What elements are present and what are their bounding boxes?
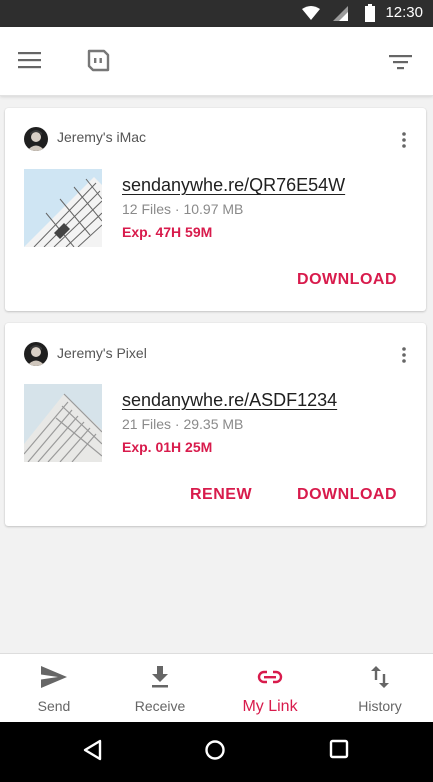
app-bar xyxy=(0,27,433,96)
share-link[interactable]: sendanywhe.re/QR76E54W xyxy=(122,175,345,196)
thumbnail-image xyxy=(24,169,102,247)
nav-item-send[interactable]: Send xyxy=(0,654,108,723)
download-icon xyxy=(152,666,168,688)
link-card: Jeremy's Pixel sendanywhe.re/ASDF1234 21… xyxy=(5,323,426,526)
cell-signal-icon xyxy=(333,6,348,21)
nav-item-history[interactable]: History xyxy=(326,654,433,723)
history-icon xyxy=(371,666,389,688)
device-name: Jeremy's Pixel xyxy=(57,345,147,361)
device-name: Jeremy's iMac xyxy=(57,129,147,145)
download-button[interactable]: DOWNLOAD xyxy=(297,271,397,289)
share-link[interactable]: sendanywhe.re/ASDF1234 xyxy=(122,390,337,411)
menu-icon[interactable] xyxy=(18,52,41,69)
status-bar: 12:30 xyxy=(0,0,433,27)
nav-label: Receive xyxy=(134,698,186,714)
bottom-navigation: Send Receive My Link History xyxy=(0,653,433,722)
link-card: Jeremy's iMac sendanywhe.re/QR76E54W 12 … xyxy=(5,108,426,311)
back-icon[interactable] xyxy=(82,739,102,761)
filter-icon[interactable] xyxy=(389,55,412,70)
thumbnail-image xyxy=(24,384,102,462)
battery-icon xyxy=(365,4,375,22)
nav-label: My Link xyxy=(242,698,298,715)
wifi-icon xyxy=(302,6,320,20)
expiry-label: Exp. 47H 59M xyxy=(122,224,213,240)
recents-icon[interactable] xyxy=(329,739,349,759)
download-button[interactable]: DOWNLOAD xyxy=(297,486,397,504)
more-options-icon[interactable] xyxy=(400,346,408,364)
clock: 12:30 xyxy=(385,4,423,21)
file-info: 12 Files · 10.97 MB xyxy=(122,201,244,217)
system-navigation-bar xyxy=(0,722,433,782)
home-icon[interactable] xyxy=(204,739,226,761)
link-icon xyxy=(257,670,283,684)
app-logo-icon[interactable] xyxy=(84,48,111,75)
nav-item-my-link[interactable]: My Link xyxy=(216,654,324,723)
avatar xyxy=(24,127,48,151)
nav-label: Send xyxy=(37,698,71,714)
expiry-label: Exp. 01H 25M xyxy=(122,439,213,455)
nav-label: History xyxy=(358,698,402,714)
send-icon xyxy=(41,666,67,688)
avatar xyxy=(24,342,48,366)
renew-button[interactable]: RENEW xyxy=(190,486,252,504)
nav-item-receive[interactable]: Receive xyxy=(106,654,214,723)
more-options-icon[interactable] xyxy=(400,131,408,149)
file-info: 21 Files · 29.35 MB xyxy=(122,416,244,432)
